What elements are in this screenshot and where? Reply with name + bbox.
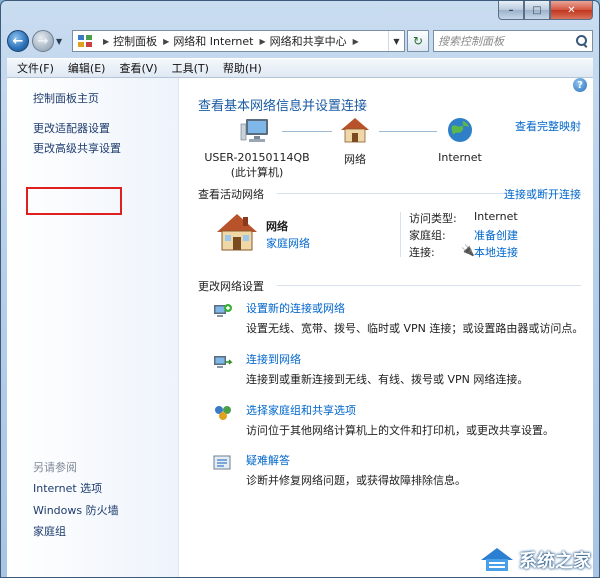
breadcrumb-network-sharing-center[interactable]: 网络和共享中心 [270,33,347,49]
breadcrumb-control-panel[interactable]: 控制面板 [113,33,157,49]
task-connect-network-link[interactable]: 连接到网络 [246,351,301,367]
access-type-label: 访问类型: [409,212,457,225]
menu-tools[interactable]: 工具(T) [166,60,215,76]
red-highlight-box [26,187,122,215]
homegroup-icon [213,404,233,422]
see-also-heading: 另请参阅 [33,461,77,474]
connect-network-icon [213,353,233,371]
breadcrumb: ▶ 控制面板 ▶ 网络和 Internet ▶ 网络和共享中心 ▶ [103,33,359,49]
sidebar-link-change-advanced-sharing[interactable]: 更改高级共享设置 [33,140,121,156]
active-networks-heading: 查看活动网络 [198,188,264,201]
ethernet-icon: 🔌 [461,244,475,257]
homegroup-label: 家庭组: [409,229,446,242]
task-connect-network-desc: 连接到或重新连接到无线、有线、拨号或 VPN 网络连接。 [246,373,529,386]
control-panel-window: – □ ✕ ← → ▼ ▶ 控制面板 ▶ 网络和 Internet ▶ 网络和共… [0,0,600,578]
refresh-icon[interactable]: ↻ [407,30,429,52]
computer-name-label: USER-20150114QB (此计算机) [179,151,335,180]
task-troubleshoot-link[interactable]: 疑难解答 [246,452,290,468]
close-button[interactable]: ✕ [550,1,593,20]
control-panel-icon [77,34,93,48]
page-title: 查看基本网络信息并设置连接 [198,99,368,114]
navigation-bar: ← → ▼ ▶ 控制面板 ▶ 网络和 Internet ▶ 网络和共享中心 ▶ … [7,27,593,55]
home-network-icon [339,116,371,146]
map-link-line [379,131,437,132]
back-arrow-icon[interactable]: ← [7,30,29,52]
menu-bar: 文件(F) 编辑(E) 查看(V) 工具(T) 帮助(H) [7,58,593,78]
site-watermark: 系统之家 [479,547,591,573]
task-setup-connection-link[interactable]: 设置新的连接或网络 [246,300,345,316]
sidebar-link-change-adapter-settings[interactable]: 更改适配器设置 [33,120,110,136]
menu-view[interactable]: 查看(V) [113,60,163,76]
sidebar-link-control-panel-home[interactable]: 控制面板主页 [33,90,99,106]
main-panel: ? 查看基本网络信息并设置连接 查看完整映射 USER-20150114QB (… [179,78,593,577]
computer-sub-label: (此计算机) [230,166,284,179]
watermark-text: 系统之家 [519,551,591,572]
connect-disconnect-link[interactable]: 连接或断开连接 [504,186,581,202]
sidebar-link-homegroup[interactable]: 家庭组 [33,523,66,539]
watermark-logo-icon [479,547,515,573]
content-area: 控制面板主页 更改适配器设置 更改高级共享设置 另请参阅 Internet 选项… [7,78,593,577]
maximize-button[interactable]: □ [524,1,550,20]
change-settings-heading: 更改网络设置 [198,280,264,293]
search-placeholder: 搜索控制面板 [438,35,504,48]
computer-icon [237,116,277,146]
local-connection-link[interactable]: 本地连接 [474,244,518,260]
search-input[interactable]: 搜索控制面板 [433,30,593,52]
computer-name: USER-20150114QB [204,151,310,164]
internet-label: Internet [438,151,482,164]
access-type-value: Internet [474,210,518,223]
caption-buttons: – □ ✕ [498,1,593,20]
homegroup-value-link[interactable]: 准备创建 [474,227,518,243]
recent-pages-dropdown[interactable]: ▼ [56,37,66,46]
network-type-link[interactable]: 家庭网络 [266,235,310,251]
help-icon[interactable]: ? [573,78,587,92]
task-homegroup-sharing-link[interactable]: 选择家庭组和共享选项 [246,402,356,418]
forward-arrow-icon[interactable]: → [32,30,54,52]
map-link-line [282,131,332,132]
active-network-house-icon [215,212,259,252]
breadcrumb-network-internet[interactable]: 网络和 Internet [173,33,253,49]
network-label: 网络 [344,153,366,166]
search-icon[interactable] [576,35,588,47]
see-full-map-link[interactable]: 查看完整映射 [515,118,581,134]
menu-edit[interactable]: 编辑(E) [62,60,112,76]
task-setup-connection-desc: 设置无线、宽带、拨号、临时或 VPN 连接；或设置路由器或访问点。 [246,322,584,335]
sidebar: 控制面板主页 更改适配器设置 更改高级共享设置 另请参阅 Internet 选项… [7,78,179,577]
menu-file[interactable]: 文件(F) [11,60,60,76]
connection-label: 连接: [409,246,435,259]
task-troubleshoot-desc: 诊断并修复网络问题，或获得故障排除信息。 [246,474,466,487]
sidebar-link-windows-firewall[interactable]: Windows 防火墙 [33,502,119,518]
sidebar-link-internet-options[interactable]: Internet 选项 [33,480,102,496]
minimize-button[interactable]: – [498,1,524,20]
internet-globe-icon [445,116,475,146]
active-network-name: 网络 [266,220,288,233]
troubleshoot-icon [213,454,233,472]
network-setup-icon [213,302,233,320]
menu-help[interactable]: 帮助(H) [217,60,268,76]
task-homegroup-sharing-desc: 访问位于其他网络计算机上的文件和打印机，或更改共享设置。 [246,424,554,437]
address-dropdown[interactable]: ▼ [388,31,404,51]
address-bar[interactable]: ▶ 控制面板 ▶ 网络和 Internet ▶ 网络和共享中心 ▶ ▼ [72,30,405,52]
